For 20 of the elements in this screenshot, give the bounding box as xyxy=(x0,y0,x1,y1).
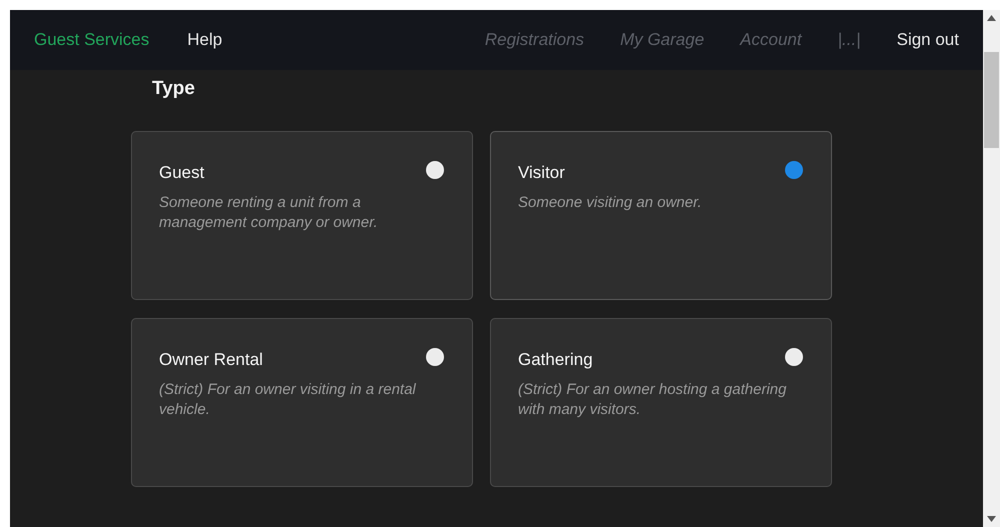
option-card[interactable]: Gathering (Strict) For an owner hosting a gathering with many visitors. xyxy=(490,318,832,486)
option-title: Visitor xyxy=(518,162,565,184)
option-description: Someone visiting an owner. xyxy=(518,193,703,213)
option-card[interactable]: Visitor Someone visiting an owner. xyxy=(490,130,832,300)
option-title: Guest xyxy=(159,162,204,184)
option-description: (Strict) For an owner hosting a gathering with many visitors. xyxy=(518,380,788,420)
scroll-down-icon[interactable] xyxy=(987,516,996,522)
option-card[interactable]: Owner Rental (Strict) For an owner visiting in a rental vehicle. xyxy=(131,318,473,486)
section-title: Type xyxy=(152,77,195,101)
option-title: Owner Rental xyxy=(159,348,263,370)
nav-link[interactable]: Help xyxy=(187,27,222,53)
option-description: Someone renting a unit from a management company or owner. xyxy=(159,193,379,233)
scroll-up-icon[interactable] xyxy=(987,15,996,21)
scrollbar[interactable] xyxy=(983,10,1000,527)
option-card[interactable]: Guest Someone renting a unit from a management company or owner. xyxy=(131,130,473,300)
option-description: (Strict) For an owner visiting in a rental vehicle. xyxy=(159,380,417,420)
option-title: Gathering xyxy=(518,348,593,370)
brand-link[interactable]: Guest Services xyxy=(34,27,150,53)
nav-link[interactable]: Sign out xyxy=(896,27,959,53)
scrollbar-thumb[interactable] xyxy=(984,52,999,148)
